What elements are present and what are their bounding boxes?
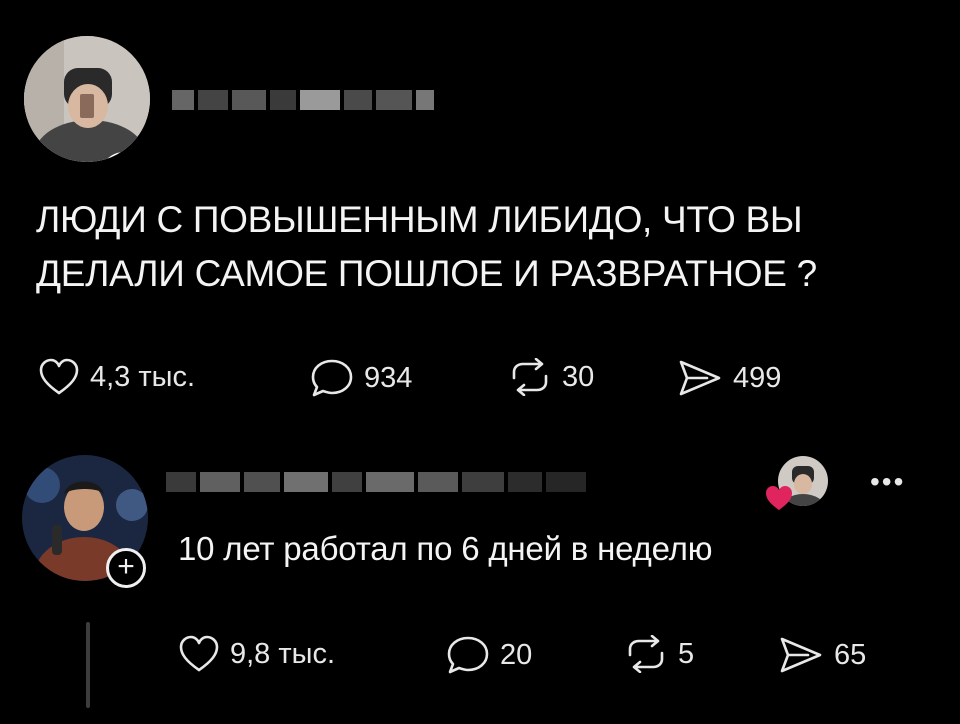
share-icon: [778, 635, 824, 675]
comment-icon: [446, 635, 490, 675]
reply-comment-count: 20: [500, 638, 533, 671]
reply-like-button[interactable]: 9,8 тыс.: [178, 635, 335, 673]
heart-icon: [38, 358, 80, 396]
post-text-line-2: ДЕЛАЛИ САМОЕ ПОШЛОЕ И РАЗВРАТНОЕ ?: [36, 253, 817, 294]
post-text: ЛЮДИ С ПОВЫШЕННЫМ ЛИБИДО, ЧТО ВЫ ДЕЛАЛИ …: [36, 193, 936, 301]
reply-repost-count: 5: [678, 637, 695, 670]
post-text-line-1: ЛЮДИ С ПОВЫШЕННЫМ ЛИБИДО, ЧТО ВЫ: [36, 199, 803, 240]
reply-share-button[interactable]: 65: [778, 635, 866, 675]
post-repost-count: 30: [562, 360, 595, 393]
post-author-avatar[interactable]: [24, 36, 150, 162]
liked-by-author-heart-badge: [764, 484, 794, 512]
post-share-count: 499: [733, 361, 782, 394]
post-author-name-redacted[interactable]: [172, 88, 434, 112]
post-like-button[interactable]: 4,3 тыс.: [38, 358, 195, 396]
follow-button[interactable]: +: [106, 548, 146, 588]
avatar-photo: [24, 36, 150, 162]
post-comment-button[interactable]: 934: [310, 358, 412, 398]
reply-like-count: 9,8 тыс.: [230, 637, 336, 670]
post-comment-count: 934: [364, 361, 413, 394]
comment-icon: [310, 358, 354, 398]
post-share-button[interactable]: 499: [677, 358, 781, 398]
post-repost-button[interactable]: 30: [508, 358, 594, 396]
plus-icon: +: [117, 550, 135, 583]
share-icon: [677, 358, 723, 398]
heart-icon: [178, 635, 220, 673]
repost-icon: [508, 358, 552, 396]
more-icon: •••: [870, 466, 906, 497]
reply-text: 10 лет работал по 6 дней в неделю: [178, 530, 713, 567]
repost-icon: [624, 635, 668, 673]
thread-line: [86, 622, 90, 708]
reply-comment-button[interactable]: 20: [446, 635, 532, 675]
reply-share-count: 65: [834, 638, 867, 671]
post-like-count: 4,3 тыс.: [90, 360, 196, 393]
more-options-button[interactable]: •••: [870, 466, 905, 498]
reply-author-name-redacted[interactable]: [166, 470, 586, 494]
reply-repost-button[interactable]: 5: [624, 635, 694, 673]
